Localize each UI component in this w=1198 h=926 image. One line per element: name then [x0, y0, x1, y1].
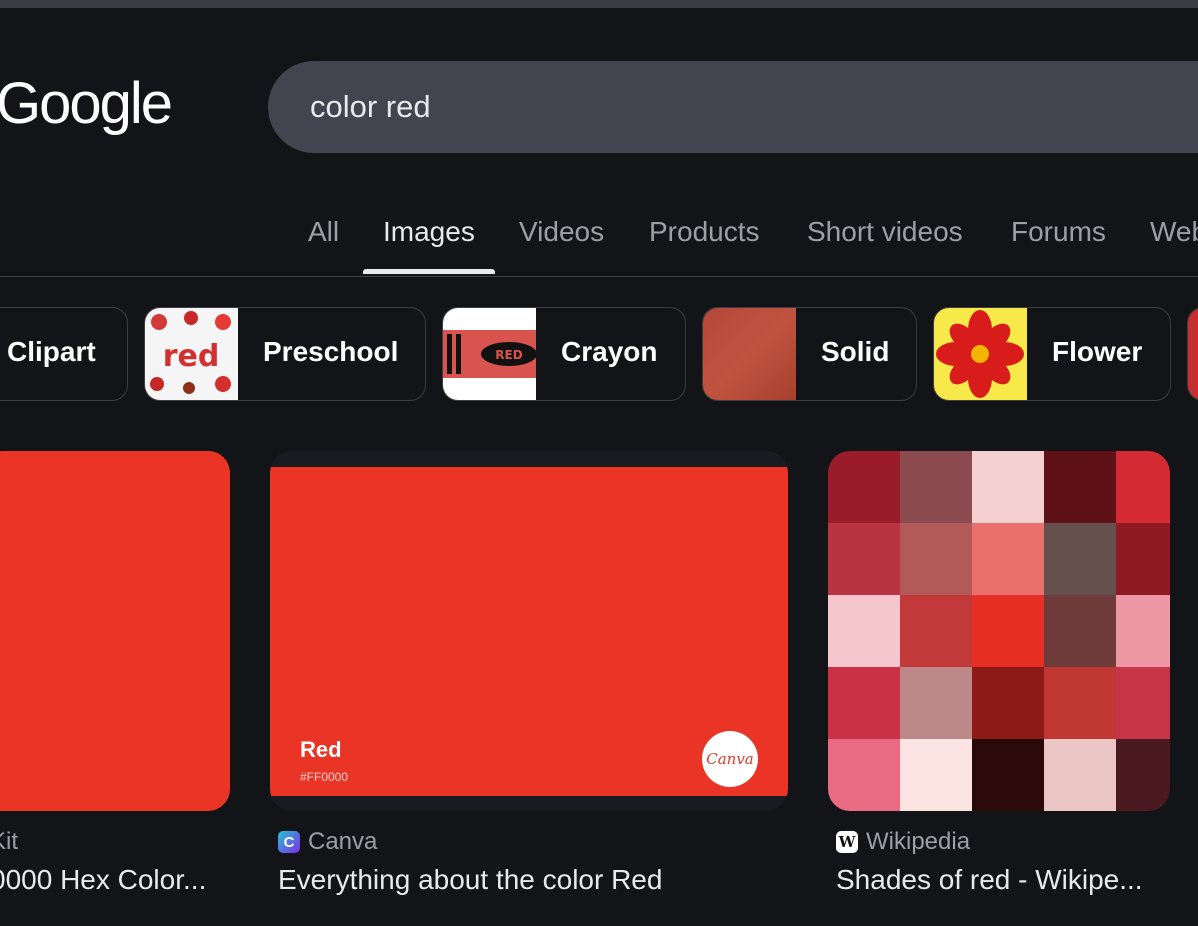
result-source-1[interactable]: Kit: [0, 828, 18, 856]
chip-label: Preschool: [263, 336, 399, 367]
search-bar[interactable]: [268, 61, 1198, 153]
chip-crayon[interactable]: RED Crayon: [442, 307, 686, 401]
preschool-thumb-text: red: [163, 339, 220, 374]
flower-thumbnail: [934, 308, 1027, 400]
solid-thumbnail: [703, 308, 796, 400]
search-input[interactable]: [310, 85, 910, 129]
tab-forums[interactable]: Forums: [1011, 216, 1106, 248]
swatch-hex: #FF0000: [300, 770, 349, 784]
chip-solid[interactable]: Solid: [702, 307, 917, 401]
tab-products[interactable]: Products: [649, 216, 760, 248]
canva-logo: Canva: [702, 731, 758, 787]
tab-videos[interactable]: Videos: [519, 216, 604, 248]
browser-top-edge: [0, 0, 1198, 8]
crayon-thumbnail: RED: [443, 308, 537, 400]
result-title-3[interactable]: Shades of red - Wikipe...: [836, 864, 1176, 896]
chip-partial[interactable]: [1187, 307, 1198, 401]
source-name: Canva: [308, 828, 378, 855]
chip-label: Flower: [1052, 336, 1143, 367]
source-name: Wikipedia: [866, 828, 971, 855]
result-image-3[interactable]: [828, 451, 1170, 811]
swatch-name: Red: [300, 737, 342, 762]
result-source-2[interactable]: C Canva: [278, 828, 377, 856]
preschool-thumbnail: red: [145, 308, 238, 400]
result-title-2[interactable]: Everything about the color Red: [278, 864, 662, 896]
google-logo[interactable]: Google: [0, 70, 173, 137]
chip-label: Crayon: [561, 336, 658, 367]
canva-favicon-icon: C: [278, 831, 300, 853]
tab-all[interactable]: All: [308, 216, 339, 248]
result-title-1[interactable]: 0000 Hex Color...: [0, 864, 222, 896]
result-image-1[interactable]: [0, 451, 230, 811]
canva-red-swatch: Red #FF0000 Canva: [270, 467, 788, 796]
tab-web[interactable]: Web: [1150, 216, 1198, 248]
partial-chip-thumbnail: [1188, 308, 1198, 400]
search-tabs: All Images Videos Products Short videos …: [0, 200, 1198, 277]
chip-clipart[interactable]: Clipart: [0, 307, 128, 401]
chip-preschool[interactable]: red Preschool: [144, 307, 426, 401]
wikipedia-favicon-icon: W: [836, 831, 858, 853]
chip-label: Clipart: [7, 336, 96, 367]
chip-flower[interactable]: Flower: [933, 307, 1171, 401]
active-tab-indicator: [363, 269, 495, 274]
result-image-2[interactable]: Red #FF0000 Canva: [270, 451, 788, 811]
chip-label: Solid: [821, 336, 890, 367]
result-source-3[interactable]: W Wikipedia: [836, 828, 970, 856]
tab-images[interactable]: Images: [383, 216, 475, 248]
crayon-thumb-text: RED: [495, 348, 522, 362]
source-name: Kit: [0, 828, 19, 855]
tab-short-videos[interactable]: Short videos: [807, 216, 963, 248]
